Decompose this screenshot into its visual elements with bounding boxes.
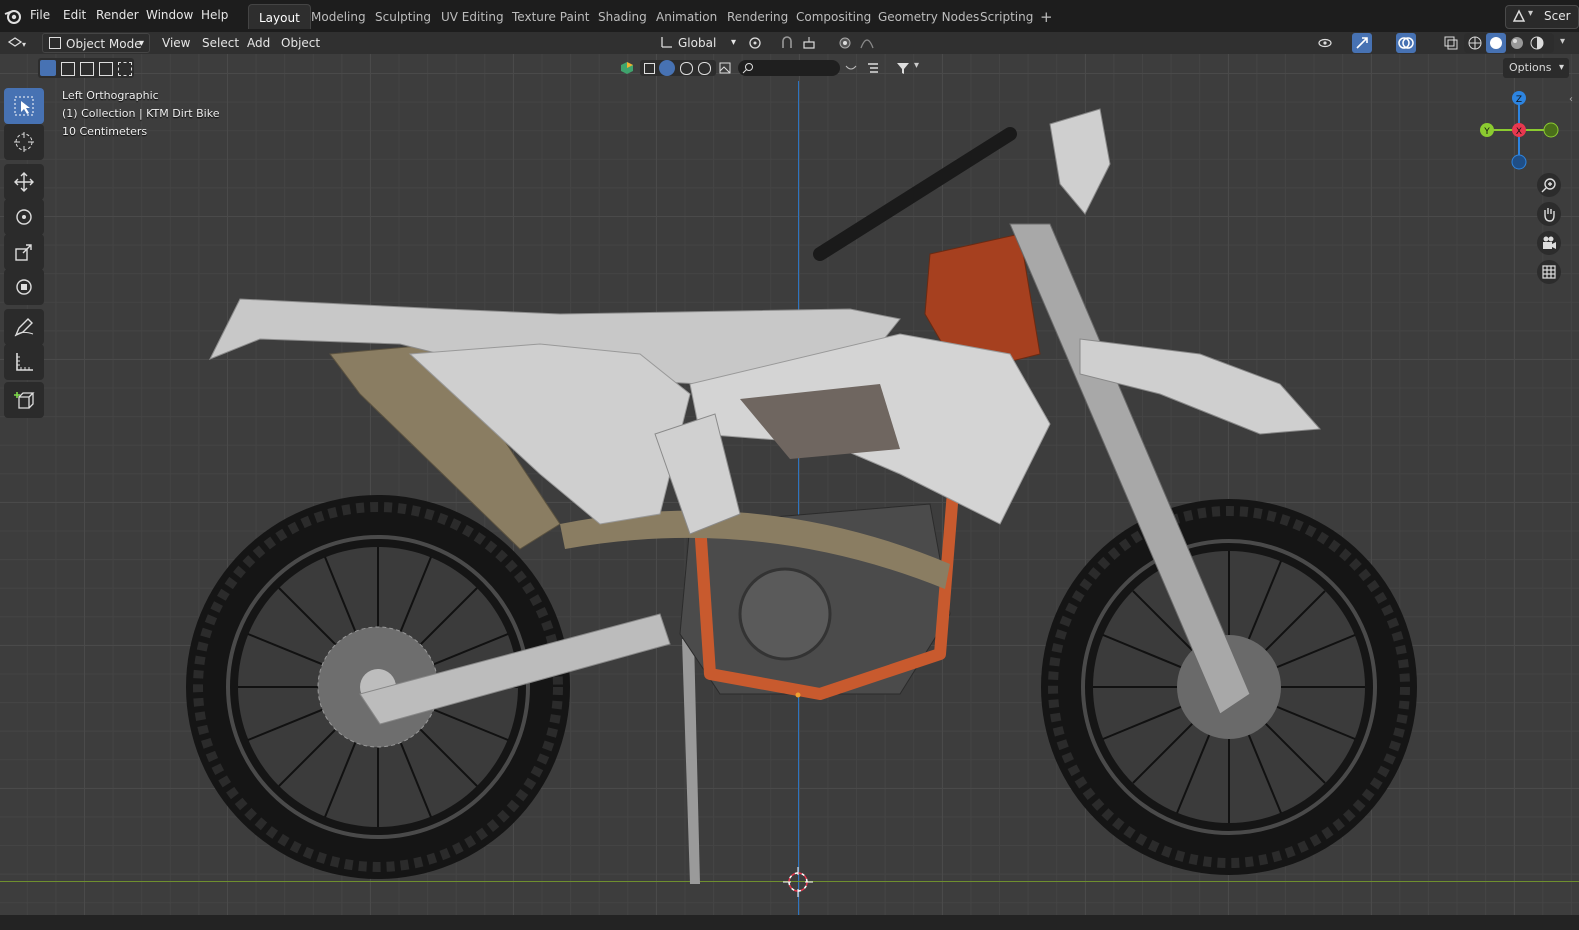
proportional-editing-icon[interactable] xyxy=(838,36,852,50)
solid-shading-button[interactable] xyxy=(1486,33,1506,53)
tab-animation[interactable]: Animation xyxy=(646,4,727,28)
editor-type-icon: ▾ xyxy=(7,37,26,49)
menu-select[interactable]: Select xyxy=(202,33,239,53)
ktm-dirt-bike-model[interactable] xyxy=(0,54,1579,915)
menu-add[interactable]: Add xyxy=(247,33,270,53)
chevron-down-icon: ▾ xyxy=(730,37,736,48)
wireframe-shading-icon[interactable] xyxy=(1468,36,1482,50)
tab-compositing[interactable]: Compositing xyxy=(786,4,881,28)
kickstand xyxy=(682,639,700,884)
3d-cursor-icon xyxy=(783,867,813,897)
menu-edit[interactable]: Edit xyxy=(63,8,86,22)
editor-type-button[interactable]: ▾ xyxy=(6,33,34,53)
scene-name: Scer xyxy=(1544,9,1571,23)
number-plate xyxy=(1049,108,1111,215)
3d-viewport[interactable]: ▾ Options ▾ Left Orthographic (1) Collect… xyxy=(0,54,1579,915)
handlebar xyxy=(813,127,1017,261)
status-bar xyxy=(0,915,1579,930)
menu-object[interactable]: Object xyxy=(281,33,320,53)
snap-icon[interactable] xyxy=(780,36,794,50)
menu-window[interactable]: Window xyxy=(146,8,193,22)
menu-render[interactable]: Render xyxy=(96,8,139,22)
solid-shading-icon xyxy=(1490,37,1502,49)
chevron-down-icon: ▾ xyxy=(1528,8,1534,19)
mode-dropdown[interactable]: Object Mode ▾ xyxy=(42,33,150,53)
viewport-header: ▾ Object Mode ▾ View Select Add Object G… xyxy=(0,32,1579,54)
svg-text:▾: ▾ xyxy=(22,40,26,49)
menu-file[interactable]: File xyxy=(30,8,50,22)
object-mode-icon xyxy=(49,37,61,49)
add-workspace-button[interactable]: + xyxy=(1030,4,1063,28)
transform-orientation-dropdown[interactable]: Global ▾ xyxy=(660,33,736,53)
gizmo-toggle-button[interactable] xyxy=(1352,33,1372,53)
falloff-icon[interactable] xyxy=(860,36,874,50)
orientation-icon xyxy=(661,37,672,48)
chevron-down-icon: ▾ xyxy=(138,38,144,49)
blender-logo-icon[interactable] xyxy=(4,7,22,25)
scene-selector[interactable]: ▾ Scer xyxy=(1505,5,1579,29)
top-bar: File Edit Render Window Help Layout Mode… xyxy=(0,0,1579,32)
xray-icon[interactable] xyxy=(1444,36,1458,50)
visibility-icon[interactable] xyxy=(1318,36,1332,50)
engine-cover xyxy=(738,567,832,661)
menu-help[interactable]: Help xyxy=(201,8,228,22)
overlays-toggle-button[interactable] xyxy=(1396,33,1416,53)
scene-icon xyxy=(1512,9,1526,22)
snap-target-icon[interactable] xyxy=(802,36,816,50)
gizmo-icon xyxy=(1356,37,1368,49)
mode-label: Object Mode xyxy=(66,37,142,51)
pivot-point-icon[interactable] xyxy=(748,36,762,50)
tab-texture-paint[interactable]: Texture Paint xyxy=(502,4,599,28)
orientation-label: Global xyxy=(678,36,717,50)
rendered-shading-icon[interactable] xyxy=(1530,36,1544,50)
chevron-down-icon[interactable]: ▾ xyxy=(1560,36,1565,47)
menu-view[interactable]: View xyxy=(162,33,190,53)
object-origin-icon xyxy=(795,692,801,698)
shading-mode-group xyxy=(1464,33,1554,53)
tab-sculpting[interactable]: Sculpting xyxy=(365,4,441,28)
material-shading-icon[interactable] xyxy=(1510,36,1524,50)
overlays-icon xyxy=(1398,37,1414,49)
